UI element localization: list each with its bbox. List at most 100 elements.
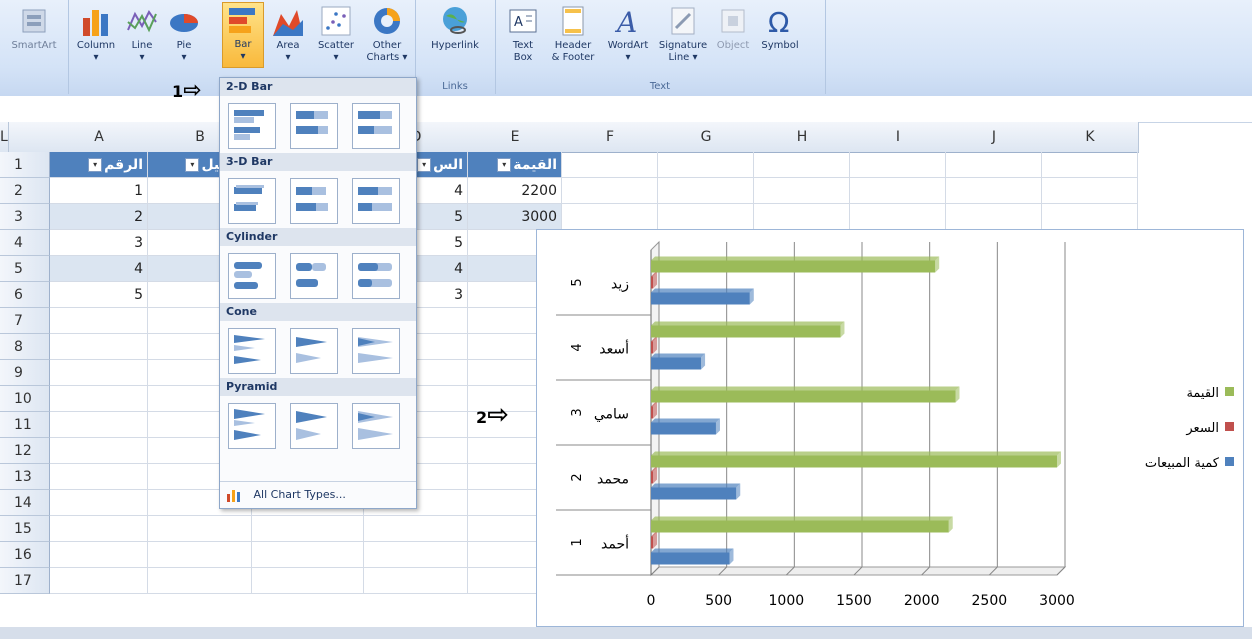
cell-empty[interactable] xyxy=(364,568,468,594)
row-header-1[interactable]: 1 xyxy=(0,152,50,178)
all-chart-types-item[interactable]: All Chart Types... xyxy=(220,481,416,508)
filter-dropdown-icon[interactable]: ▾ xyxy=(88,158,103,172)
cylinder-100-stacked-option[interactable] xyxy=(352,253,400,299)
cell-empty[interactable] xyxy=(850,178,946,204)
clustered-bar-option[interactable] xyxy=(228,103,276,149)
area-chart-button[interactable]: Area ▾ xyxy=(268,4,308,64)
cell-e2[interactable]: 2200 xyxy=(468,178,562,204)
bar-chart-button[interactable]: Bar ▾ xyxy=(222,2,264,68)
column-header-g[interactable]: G xyxy=(658,122,755,153)
cell-empty[interactable] xyxy=(946,152,1042,178)
column-header-a[interactable]: A xyxy=(50,122,149,153)
cell-empty[interactable] xyxy=(50,490,148,516)
cell-empty[interactable] xyxy=(50,360,148,386)
cell-empty[interactable] xyxy=(148,516,252,542)
3d-clustered-bar-option[interactable] xyxy=(228,178,276,224)
line-chart-button[interactable]: Line ▾ xyxy=(122,4,162,64)
other-charts-button[interactable]: Other Charts ▾ xyxy=(362,4,412,64)
cell-a3[interactable]: 2 xyxy=(50,204,148,230)
column-header-e[interactable]: E xyxy=(468,122,563,153)
cell-empty[interactable] xyxy=(364,516,468,542)
cell-empty[interactable] xyxy=(1042,178,1138,204)
stacked-bar-option[interactable] xyxy=(290,103,338,149)
row-header-6[interactable]: 6 xyxy=(0,282,50,308)
cell-empty[interactable] xyxy=(50,464,148,490)
cell-empty[interactable] xyxy=(148,568,252,594)
cell-empty[interactable] xyxy=(658,204,754,230)
row-header-15[interactable]: 15 xyxy=(0,516,50,542)
symbol-button[interactable]: Ω Symbol xyxy=(757,4,803,52)
header-cell-1[interactable]: ▾ الرقم xyxy=(50,152,148,178)
cell-empty[interactable] xyxy=(50,516,148,542)
cell-empty[interactable] xyxy=(50,412,148,438)
cell-empty[interactable] xyxy=(850,152,946,178)
cylinder-stacked-option[interactable] xyxy=(290,253,338,299)
cell-empty[interactable] xyxy=(658,178,754,204)
cell-a5[interactable]: 4 xyxy=(50,256,148,282)
cell-empty[interactable] xyxy=(364,542,468,568)
smartart-button[interactable]: SmartArt xyxy=(6,4,62,52)
cell-a6[interactable]: 5 xyxy=(50,282,148,308)
column-header-f[interactable]: F xyxy=(562,122,659,153)
cell-empty[interactable] xyxy=(946,204,1042,230)
cell-empty[interactable] xyxy=(1042,204,1138,230)
row-header-16[interactable]: 16 xyxy=(0,542,50,568)
row-header-4[interactable]: 4 xyxy=(0,230,50,256)
row-header-3[interactable]: 3 xyxy=(0,204,50,230)
100-stacked-bar-option[interactable] xyxy=(352,103,400,149)
cell-empty[interactable] xyxy=(754,152,850,178)
pyramid-100-stacked-option[interactable] xyxy=(352,403,400,449)
text-box-button[interactable]: A Text Box xyxy=(503,4,543,64)
row-header-5[interactable]: 5 xyxy=(0,256,50,282)
3d-stacked-bar-option[interactable] xyxy=(290,178,338,224)
horizontal-scrollbar[interactable] xyxy=(0,627,1252,639)
wordart-button[interactable]: A WordArt ▾ xyxy=(603,4,653,64)
row-header-10[interactable]: 10 xyxy=(0,386,50,412)
row-header-14[interactable]: 14 xyxy=(0,490,50,516)
cell-empty[interactable] xyxy=(50,334,148,360)
row-header-7[interactable]: 7 xyxy=(0,308,50,334)
column-header-h[interactable]: H xyxy=(754,122,851,153)
column-header-i[interactable]: I xyxy=(850,122,947,153)
cell-empty[interactable] xyxy=(1042,152,1138,178)
cell-empty[interactable] xyxy=(148,542,252,568)
cone-100-stacked-option[interactable] xyxy=(352,328,400,374)
hyperlink-button[interactable]: Hyperlink xyxy=(425,4,485,52)
cell-a4[interactable]: 3 xyxy=(50,230,148,256)
column-chart-button[interactable]: Column ▾ xyxy=(72,4,120,64)
cell-empty[interactable] xyxy=(562,178,658,204)
embedded-bar-chart[interactable]: 0 500 1000 1500 2000 2500 3000 أحمد 1 محمد 2 سامي 3 أ… xyxy=(536,229,1244,627)
row-header-9[interactable]: 9 xyxy=(0,360,50,386)
row-header-12[interactable]: 12 xyxy=(0,438,50,464)
filter-dropdown-icon[interactable]: ▾ xyxy=(417,158,432,172)
column-header-l[interactable]: L xyxy=(0,122,9,153)
cell-empty[interactable] xyxy=(50,308,148,334)
cell-empty[interactable] xyxy=(252,542,364,568)
cell-empty[interactable] xyxy=(252,516,364,542)
row-header-11[interactable]: 11 xyxy=(0,412,50,438)
cylinder-clustered-option[interactable] xyxy=(228,253,276,299)
column-header-j[interactable]: J xyxy=(946,122,1043,153)
pie-chart-button[interactable]: Pie ▾ xyxy=(164,4,204,64)
header-cell-5[interactable]: ▾ القيمة xyxy=(468,152,562,178)
cell-empty[interactable] xyxy=(50,542,148,568)
cell-empty[interactable] xyxy=(562,204,658,230)
cell-empty[interactable] xyxy=(50,386,148,412)
column-header-k[interactable]: K xyxy=(1042,122,1139,153)
3d-100-stacked-bar-option[interactable] xyxy=(352,178,400,224)
cell-empty[interactable] xyxy=(850,204,946,230)
cell-empty[interactable] xyxy=(754,204,850,230)
row-header-2[interactable]: 2 xyxy=(0,178,50,204)
row-header-17[interactable]: 17 xyxy=(0,568,50,594)
row-header-8[interactable]: 8 xyxy=(0,334,50,360)
cell-empty[interactable] xyxy=(50,568,148,594)
row-header-13[interactable]: 13 xyxy=(0,464,50,490)
cell-e3[interactable]: 3000 xyxy=(468,204,562,230)
signature-line-button[interactable]: Signature Line ▾ xyxy=(655,4,711,64)
cell-empty[interactable] xyxy=(562,152,658,178)
cone-clustered-option[interactable] xyxy=(228,328,276,374)
scatter-chart-button[interactable]: Scatter ▾ xyxy=(313,4,359,64)
cell-a2[interactable]: 1 xyxy=(50,178,148,204)
object-button[interactable]: Object xyxy=(713,4,753,52)
pyramid-stacked-option[interactable] xyxy=(290,403,338,449)
